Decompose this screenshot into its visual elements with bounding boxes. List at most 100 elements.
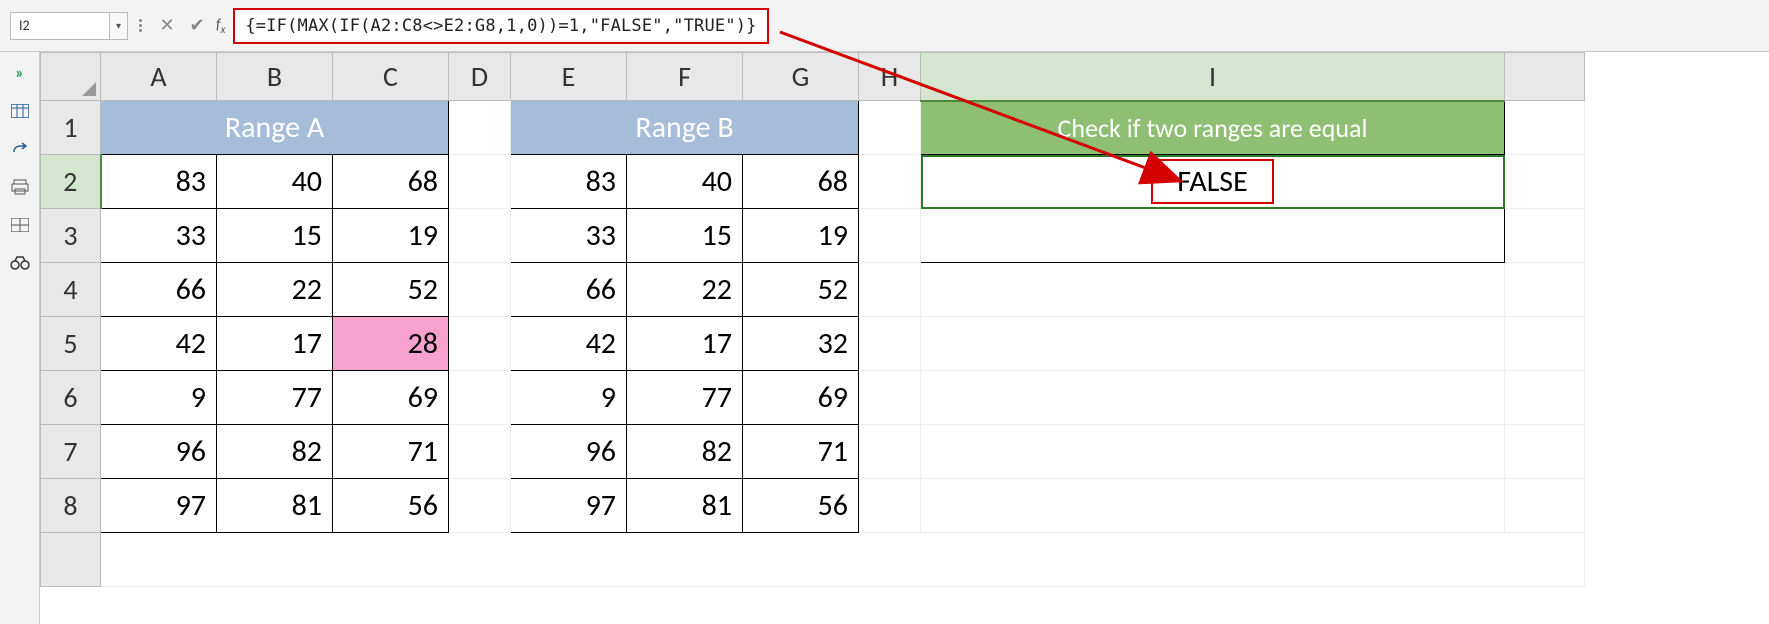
cell-F8[interactable]: 81	[627, 479, 743, 533]
cell-D1[interactable]	[449, 101, 511, 155]
fx-label[interactable]: fx	[216, 16, 225, 36]
cell-D8[interactable]	[449, 479, 511, 533]
cell-C5[interactable]: 28	[333, 317, 449, 371]
cell-A3[interactable]: 33	[101, 209, 217, 263]
accept-formula-button[interactable]: ✔	[182, 12, 212, 40]
grid-icon[interactable]	[9, 216, 31, 234]
range-a-header[interactable]: Range A	[101, 101, 449, 155]
range-b-header[interactable]: Range B	[511, 101, 859, 155]
cell-B5[interactable]: 17	[217, 317, 333, 371]
cell-G3[interactable]: 19	[743, 209, 859, 263]
cell-F7[interactable]: 82	[627, 425, 743, 479]
cell-D6[interactable]	[449, 371, 511, 425]
cell-C2[interactable]: 68	[333, 155, 449, 209]
cell-D2[interactable]	[449, 155, 511, 209]
cell-C6[interactable]: 69	[333, 371, 449, 425]
row-header-5[interactable]: 5	[41, 317, 101, 371]
cell-I7[interactable]	[921, 425, 1505, 479]
cell-I6[interactable]	[921, 371, 1505, 425]
cell-A5[interactable]: 42	[101, 317, 217, 371]
cell-B3[interactable]: 15	[217, 209, 333, 263]
cell-A7[interactable]: 96	[101, 425, 217, 479]
cell-B7[interactable]: 82	[217, 425, 333, 479]
row-header-3[interactable]: 3	[41, 209, 101, 263]
cell-G4[interactable]: 52	[743, 263, 859, 317]
cell-H5[interactable]	[859, 317, 921, 371]
cell-F5[interactable]: 17	[627, 317, 743, 371]
row-header-6[interactable]: 6	[41, 371, 101, 425]
cell-H4[interactable]	[859, 263, 921, 317]
select-all-corner[interactable]	[41, 53, 101, 101]
col-header-G[interactable]: G	[743, 53, 859, 101]
cell-D4[interactable]	[449, 263, 511, 317]
cell-F3[interactable]: 15	[627, 209, 743, 263]
cell-J5[interactable]	[1505, 317, 1585, 371]
cell-G2[interactable]: 68	[743, 155, 859, 209]
col-header-C[interactable]: C	[333, 53, 449, 101]
cell-E3[interactable]: 33	[511, 209, 627, 263]
cell-J1[interactable]	[1505, 101, 1585, 155]
cell-J7[interactable]	[1505, 425, 1585, 479]
cell-A6[interactable]: 9	[101, 371, 217, 425]
cell-E4[interactable]: 66	[511, 263, 627, 317]
cell-H8[interactable]	[859, 479, 921, 533]
cell-J4[interactable]	[1505, 263, 1585, 317]
col-header-I[interactable]: I	[921, 53, 1505, 101]
col-header-extra[interactable]	[1505, 53, 1585, 101]
cell-D5[interactable]	[449, 317, 511, 371]
cell-J2[interactable]	[1505, 155, 1585, 209]
name-box-dropdown[interactable]: ▾	[110, 12, 128, 40]
cell-C3[interactable]: 19	[333, 209, 449, 263]
binoculars-icon[interactable]	[9, 254, 31, 272]
cell-E8[interactable]: 97	[511, 479, 627, 533]
row-header-7[interactable]: 7	[41, 425, 101, 479]
cell-B6[interactable]: 77	[217, 371, 333, 425]
cell-A2[interactable]: 83	[101, 155, 217, 209]
print-icon[interactable]	[9, 178, 31, 196]
cell-B4[interactable]: 22	[217, 263, 333, 317]
cell-G7[interactable]: 71	[743, 425, 859, 479]
cell-J6[interactable]	[1505, 371, 1585, 425]
row-header-9[interactable]	[41, 533, 101, 587]
cell-C8[interactable]: 56	[333, 479, 449, 533]
cell-E6[interactable]: 9	[511, 371, 627, 425]
col-header-F[interactable]: F	[627, 53, 743, 101]
cell-D3[interactable]	[449, 209, 511, 263]
cell-G8[interactable]: 56	[743, 479, 859, 533]
table-icon[interactable]	[9, 102, 31, 120]
cell-H2[interactable]	[859, 155, 921, 209]
col-header-H[interactable]: H	[859, 53, 921, 101]
row-header-2[interactable]: 2	[41, 155, 101, 209]
cell-A4[interactable]: 66	[101, 263, 217, 317]
cell-I5[interactable]	[921, 317, 1505, 371]
col-header-B[interactable]: B	[217, 53, 333, 101]
cell-E2[interactable]: 83	[511, 155, 627, 209]
cell-J8[interactable]	[1505, 479, 1585, 533]
col-header-A[interactable]: A	[101, 53, 217, 101]
row-header-1[interactable]: 1	[41, 101, 101, 155]
name-box[interactable]: I2	[10, 12, 110, 40]
spreadsheet-grid[interactable]: A B C D E F G H I 1 Range A Range B Chec…	[40, 52, 1769, 624]
cancel-formula-button[interactable]: ✕	[152, 12, 182, 40]
redo-icon[interactable]	[9, 140, 31, 158]
cell-row9[interactable]	[101, 533, 1585, 587]
cell-E5[interactable]: 42	[511, 317, 627, 371]
cell-I3[interactable]	[921, 209, 1505, 263]
cell-H7[interactable]	[859, 425, 921, 479]
expand-icon[interactable]: »	[9, 64, 31, 82]
col-header-E[interactable]: E	[511, 53, 627, 101]
cell-G5[interactable]: 32	[743, 317, 859, 371]
cell-B2[interactable]: 40	[217, 155, 333, 209]
cell-I4[interactable]	[921, 263, 1505, 317]
cell-A8[interactable]: 97	[101, 479, 217, 533]
cell-H1[interactable]	[859, 101, 921, 155]
formula-input[interactable]: {=IF(MAX(IF(A2:C8<>E2:G8,1,0))=1,"FALSE"…	[233, 8, 768, 44]
cell-H3[interactable]	[859, 209, 921, 263]
cell-C4[interactable]: 52	[333, 263, 449, 317]
cell-F4[interactable]: 22	[627, 263, 743, 317]
col-header-D[interactable]: D	[449, 53, 511, 101]
row-header-4[interactable]: 4	[41, 263, 101, 317]
cell-H6[interactable]	[859, 371, 921, 425]
cell-B8[interactable]: 81	[217, 479, 333, 533]
cell-J3[interactable]	[1505, 209, 1585, 263]
